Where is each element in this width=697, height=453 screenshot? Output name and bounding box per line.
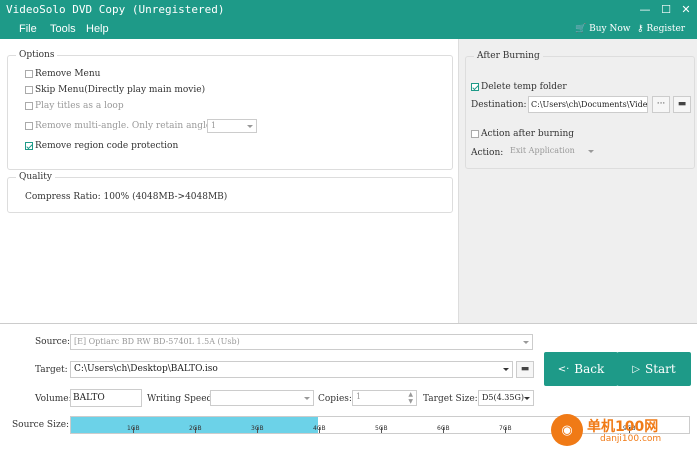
watermark-logo-icon: ◉ (551, 414, 583, 446)
angle-select[interactable]: 1 (207, 119, 257, 133)
browse-more-button[interactable]: ··· (652, 96, 670, 113)
chevron-down-icon (523, 341, 529, 344)
buy-now-button[interactable]: 🛒 Buy Now (575, 24, 630, 34)
window-title: VideoSolo DVD Copy (Unregistered) (6, 3, 225, 16)
size-tick-label: 3GB (251, 425, 264, 432)
action-select[interactable]: Exit Application (507, 145, 597, 159)
checkbox-box[interactable] (25, 122, 33, 130)
size-tick-label: 6GB (437, 425, 450, 432)
action-after-checkbox[interactable]: Action after burning (471, 129, 574, 139)
play-loop-label: Play titles as a loop (35, 101, 124, 111)
copies-stepper[interactable]: 1 ▲ ▼ (352, 390, 417, 406)
source-size-label: Source Size: (12, 420, 70, 430)
remove-menu-checkbox[interactable]: Remove Menu (25, 69, 100, 79)
watermark-brand: 单机100网 (587, 419, 659, 435)
action-value: Exit Application (510, 146, 575, 155)
close-icon[interactable]: ✕ (678, 2, 694, 18)
target-size-label: Target Size: (423, 394, 478, 404)
start-label: Start (644, 362, 676, 376)
stepper-arrows-icon[interactable]: ▲ ▼ (408, 391, 413, 405)
checkbox-box[interactable] (471, 130, 479, 138)
writing-speed-select[interactable] (210, 390, 314, 406)
cart-icon: 🛒 (575, 24, 587, 34)
action-label: Action: (471, 148, 504, 158)
menu-bar: File Tools Help 🛒 Buy Now ⚷ Register (0, 20, 697, 39)
copies-label: Copies: (318, 394, 352, 404)
start-button[interactable]: ▷ Start (617, 352, 691, 386)
target-size-value: D5(4.35G) (482, 393, 524, 402)
size-tick-label: 2GB (189, 425, 202, 432)
size-tick-label: 1GB (127, 425, 140, 432)
skip-menu-label: Skip Menu(Directly play main movie) (35, 85, 206, 95)
remove-region-checkbox[interactable]: Remove region code protection (25, 141, 178, 151)
chevron-down-icon (304, 397, 310, 400)
back-label: Back (574, 362, 605, 376)
remove-multi-angle-label: Remove multi-angle. Only retain angle (35, 121, 212, 131)
options-legend: Options (16, 50, 58, 60)
remove-multi-angle-checkbox[interactable]: Remove multi-angle. Only retain angle (25, 121, 211, 131)
menu-file[interactable]: File (19, 23, 37, 35)
angle-value: 1 (211, 121, 217, 130)
remove-region-label: Remove region code protection (35, 141, 179, 151)
play-loop-checkbox[interactable]: Play titles as a loop (25, 101, 124, 111)
size-tick-label: 7GB (499, 425, 512, 432)
destination-input[interactable]: C:\Users\ch\Documents\VideoSolo (528, 96, 648, 113)
target-label: Target: (35, 365, 68, 375)
bottom-panel: Source: [E] Optiarc BD RW BD-5740L 1.5A … (0, 323, 697, 453)
target-value: C:\Users\ch\Desktop\BALTO.iso (74, 364, 218, 374)
remove-menu-label: Remove Menu (35, 69, 101, 79)
right-panel: After Burning Delete temp folder Destina… (458, 39, 697, 323)
volume-input[interactable]: BALTO (70, 389, 142, 407)
copies-value: 1 (356, 392, 362, 401)
checkbox-box[interactable] (471, 83, 479, 91)
buy-now-label: Buy Now (589, 24, 631, 34)
back-arrow-icon: <· (557, 363, 570, 375)
action-after-label: Action after burning (481, 129, 575, 139)
maximize-icon[interactable]: ☐ (658, 2, 674, 18)
checkbox-box[interactable] (25, 142, 33, 150)
source-label: Source: (35, 337, 71, 347)
chevron-down-icon (503, 368, 509, 371)
target-folder-icon[interactable]: ▬ (516, 361, 534, 378)
checkbox-box[interactable] (25, 70, 33, 78)
source-select[interactable]: [E] Optiarc BD RW BD-5740L 1.5A (Usb) (70, 334, 533, 350)
register-label: Register (646, 24, 686, 34)
destination-label: Destination: (471, 100, 527, 110)
left-panel: Options Remove Menu Skip Menu(Directly p… (0, 39, 458, 323)
checkbox-box[interactable] (25, 86, 33, 94)
volume-label: Volume: (35, 394, 72, 404)
delete-temp-label: Delete temp folder (481, 82, 567, 92)
key-icon: ⚷ (637, 24, 644, 34)
folder-icon[interactable]: ▬ (673, 96, 691, 113)
size-tick-label: 4GB (313, 425, 326, 432)
after-burning-legend: After Burning (474, 51, 543, 61)
register-button[interactable]: ⚷ Register (637, 24, 685, 34)
target-size-select[interactable]: D5(4.35G) (478, 390, 534, 406)
source-value: [E] Optiarc BD RW BD-5740L 1.5A (Usb) (74, 337, 240, 346)
back-button[interactable]: <· Back (544, 352, 618, 386)
compress-ratio-text: Compress Ratio: 100% (4048MB->4048MB) (25, 192, 228, 202)
delete-temp-checkbox[interactable]: Delete temp folder (471, 82, 567, 92)
writing-speed-label: Writing Speed: (147, 394, 216, 404)
chevron-down-icon (524, 397, 530, 400)
skip-menu-checkbox[interactable]: Skip Menu(Directly play main movie) (25, 85, 205, 95)
menu-tools[interactable]: Tools (50, 23, 76, 35)
watermark-url: danji100.com (600, 434, 662, 444)
play-icon: ▷ (632, 363, 640, 375)
size-tick-label: 5GB (375, 425, 388, 432)
quality-legend: Quality (16, 172, 55, 182)
target-select[interactable]: C:\Users\ch\Desktop\BALTO.iso (70, 361, 513, 378)
chevron-down-icon (588, 150, 594, 153)
chevron-down-icon (247, 125, 253, 128)
checkbox-box[interactable] (25, 102, 33, 110)
minimize-icon[interactable]: — (637, 2, 653, 18)
menu-help[interactable]: Help (86, 23, 109, 35)
title-bar: VideoSolo DVD Copy (Unregistered) — ☐ ✕ (0, 0, 697, 20)
